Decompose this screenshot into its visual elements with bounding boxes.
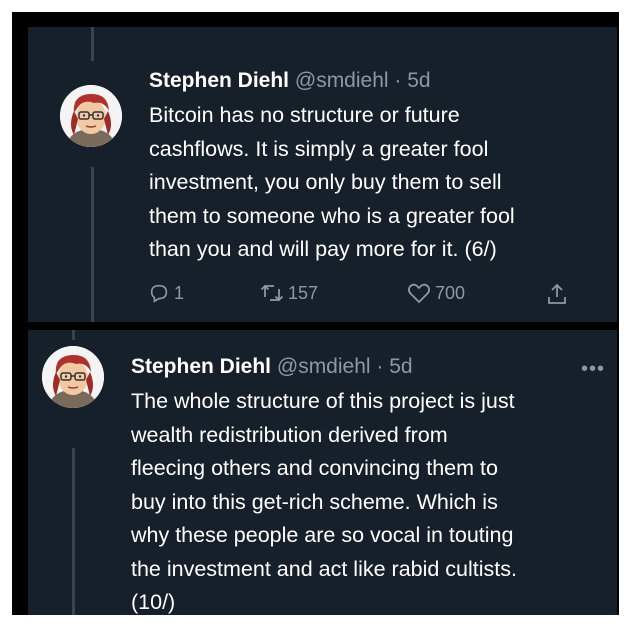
- thread-line: [91, 167, 94, 322]
- screenshot-frame: Stephen Diehl @smdiehl · 5d Bitcoin has …: [12, 12, 619, 615]
- like-button[interactable]: 700: [407, 282, 465, 304]
- tweet-text-line: cashflows. It is simply a greater fool: [149, 136, 489, 161]
- reply-icon: [150, 284, 168, 303]
- tweet-1[interactable]: Stephen Diehl @smdiehl · 5d Bitcoin has …: [28, 27, 617, 322]
- tweet-text-line: than you and will pay more for it. (6/): [149, 237, 497, 261]
- heart-icon: [407, 283, 431, 304]
- tweet-text-line: them to someone who is a greater fool: [149, 203, 515, 228]
- tweet-timestamp[interactable]: · 5d: [394, 69, 430, 92]
- avatar[interactable]: [42, 346, 104, 408]
- tweet-timestamp[interactable]: · 5d: [376, 355, 412, 378]
- tweet-text: Bitcoin has no structure or future cashf…: [149, 99, 515, 267]
- tweet-text-line: Bitcoin has no structure or future: [149, 103, 460, 127]
- tweet-text-line: investment, you only buy them to sell: [149, 170, 502, 194]
- tweet-text-line: buy into this get-rich scheme. Which is: [131, 489, 498, 514]
- share-icon: [548, 283, 566, 304]
- more-options-icon[interactable]: •••: [581, 358, 605, 381]
- tweet-text-line: the investment and act like rabid cultis…: [131, 556, 517, 581]
- author-handle[interactable]: @smdiehl: [277, 355, 371, 378]
- thread-line: [72, 330, 75, 340]
- tweet-text-line: The whole structure of this project is j…: [131, 389, 515, 413]
- reply-count: 1: [174, 282, 185, 303]
- share-button[interactable]: [546, 282, 568, 306]
- avatar-cartoon-icon: [60, 85, 122, 147]
- tweet-text: The whole structure of this project is j…: [131, 385, 517, 615]
- retweet-button[interactable]: 157: [260, 282, 318, 304]
- tweet-text-line: (10/): [131, 590, 176, 614]
- avatar-cartoon-icon: [42, 346, 104, 408]
- author-handle[interactable]: @smdiehl: [295, 69, 389, 92]
- tweet-text-line: wealth redistribution derived from: [131, 422, 448, 447]
- tweet-header: Stephen Diehl @smdiehl · 5d: [149, 69, 431, 93]
- like-count: 700: [435, 282, 466, 303]
- retweet-count: 157: [288, 282, 319, 303]
- tweet-2[interactable]: Stephen Diehl @smdiehl · 5d ••• The whol…: [28, 330, 617, 615]
- tweet-text-line: why these people are so vocal in touting: [131, 523, 514, 547]
- author-name[interactable]: Stephen Diehl: [131, 355, 271, 378]
- reply-button[interactable]: 1: [148, 282, 184, 304]
- retweet-icon: [260, 284, 284, 302]
- thread-line: [72, 448, 75, 615]
- author-name[interactable]: Stephen Diehl: [149, 69, 289, 92]
- tweet-header: Stephen Diehl @smdiehl · 5d: [131, 355, 413, 379]
- avatar[interactable]: [60, 85, 122, 147]
- thread-line: [91, 27, 94, 61]
- tweet-actions: 1 157 700: [148, 282, 588, 312]
- tweet-text-line: fleecing others and convincing them to: [131, 456, 498, 480]
